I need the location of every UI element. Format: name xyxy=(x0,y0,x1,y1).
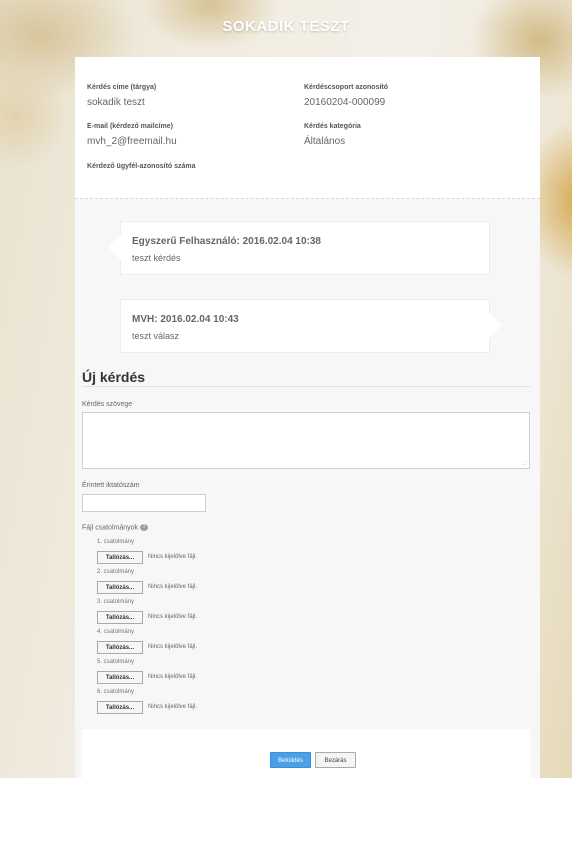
group-id-value: 20160204-000099 xyxy=(304,97,386,108)
new-question-title: Új kérdés xyxy=(82,369,146,385)
message-answer: MVH: 2016.02.04 10:43 teszt válasz xyxy=(120,299,502,353)
browse-button-5[interactable]: Tallózás... xyxy=(97,671,143,684)
attachment-label: 2. csatolmány xyxy=(97,569,135,575)
question-text-label: Kérdés szövege xyxy=(82,401,133,408)
email-value: mvh_2@freemail.hu xyxy=(87,136,177,147)
file-status: Nincs kijelölve fájl. xyxy=(148,674,198,680)
file-status: Nincs kijelölve fájl. xyxy=(148,644,198,650)
attachments-label: Fájl csatolmányok? xyxy=(82,524,149,532)
message-header: MVH: 2016.02.04 10:43 xyxy=(132,314,239,325)
email-label: E-mail (kérdező mailcíme) xyxy=(87,123,173,130)
attachment-label: 4. csatolmány xyxy=(97,629,135,635)
divider xyxy=(82,386,530,387)
message-header: Egyszerű Felhasználó: 2016.02.04 10:38 xyxy=(132,236,321,247)
file-status: Nincs kijelölve fájl. xyxy=(148,704,198,710)
question-icon[interactable]: ? xyxy=(140,524,149,531)
question-textarea[interactable]: .:: xyxy=(82,412,530,469)
form-footer: Beküldés Bezárás xyxy=(82,729,530,778)
bubble-pointer xyxy=(108,234,121,260)
message-body: teszt válasz xyxy=(132,331,180,341)
attachment-label: 3. csatolmány xyxy=(97,599,135,605)
browse-button-4[interactable]: Tallózás... xyxy=(97,641,143,654)
file-status: Nincs kijelölve fájl. xyxy=(148,554,198,560)
group-id-label: Kérdéscsoport azonosító xyxy=(304,84,389,91)
ticket-panel: Kérdés címe (tárgya) sokadik teszt Kérdé… xyxy=(75,57,540,778)
subject-label: Kérdés címe (tárgya) xyxy=(87,84,157,91)
ticket-info: Kérdés címe (tárgya) sokadik teszt Kérdé… xyxy=(75,57,540,199)
subject-value: sokadik teszt xyxy=(87,97,145,108)
resize-grip-icon[interactable]: .:: xyxy=(522,461,527,467)
browse-button-3[interactable]: Tallózás... xyxy=(97,611,143,624)
filing-number-label: Érintett iktatószám xyxy=(82,482,140,489)
attachment-label: 5. csatolmány xyxy=(97,659,135,665)
page-title: SOKADIK TESZT xyxy=(222,18,350,35)
browse-button-1[interactable]: Tallózás... xyxy=(97,551,143,564)
attachment-label: 1. csatolmány xyxy=(97,539,135,545)
message-body: teszt kérdés xyxy=(132,253,181,263)
file-status: Nincs kijelölve fájl. xyxy=(148,584,198,590)
file-status: Nincs kijelölve fájl. xyxy=(148,614,198,620)
bubble-pointer xyxy=(489,312,502,338)
client-id-label: Kérdező ügyfél-azonosító száma xyxy=(87,163,196,170)
browse-button-6[interactable]: Tallózás... xyxy=(97,701,143,714)
message-question: Egyszerű Felhasználó: 2016.02.04 10:38 t… xyxy=(108,221,490,275)
category-label: Kérdés kategória xyxy=(304,123,361,130)
attachments-label-text: Fájl csatolmányok xyxy=(82,524,139,532)
attachment-label: 6. csatolmány xyxy=(97,689,135,695)
submit-button[interactable]: Beküldés xyxy=(270,752,311,768)
close-button[interactable]: Bezárás xyxy=(315,752,356,768)
category-value: Általános xyxy=(304,136,346,147)
filing-number-input[interactable] xyxy=(82,494,206,512)
browse-button-2[interactable]: Tallózás... xyxy=(97,581,143,594)
